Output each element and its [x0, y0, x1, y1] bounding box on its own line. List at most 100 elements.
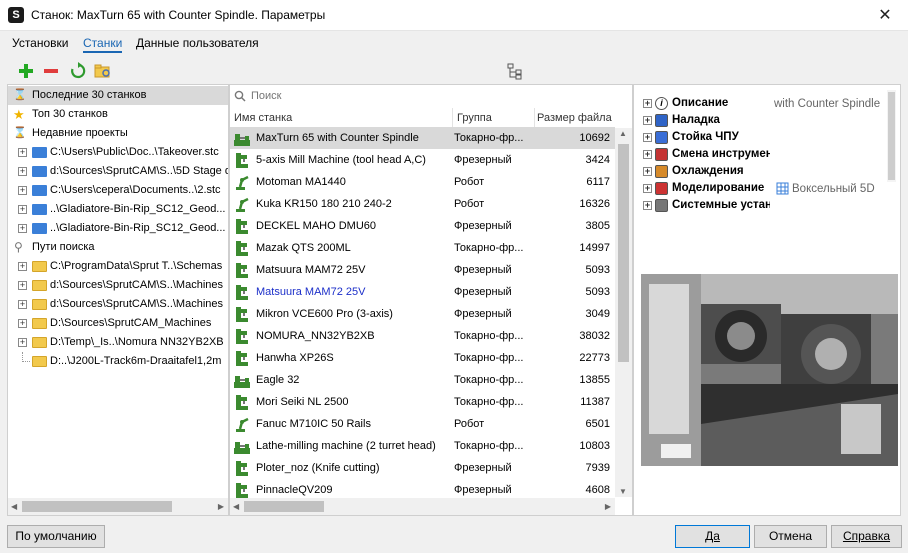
scroll-right-arrow-icon[interactable]: ▶ — [218, 502, 224, 511]
tree-item[interactable]: + ..\Gladiatore-Bin-Rip_SC12_Geod... — [8, 200, 228, 219]
machine-row[interactable]: Matsuura MAM72 25V Фрезерный 5093 — [230, 281, 615, 303]
folder-icon — [32, 185, 47, 196]
expand-icon[interactable]: + — [643, 167, 652, 176]
refresh-icon[interactable] — [69, 62, 87, 80]
search-input[interactable] — [249, 87, 609, 105]
ok-button[interactable]: Да — [675, 525, 750, 548]
folder-icon — [32, 166, 47, 177]
lathe-icon — [234, 442, 250, 454]
tree-item[interactable]: ⌛ Недавние проекты — [8, 124, 228, 143]
expand-icon[interactable]: + — [643, 184, 652, 193]
machines-list-panel: Имя станка Группа Размер файла MaxTurn 6… — [229, 84, 633, 516]
expand-icon[interactable]: + — [643, 150, 652, 159]
property-row[interactable]: + Системные установки — [634, 197, 770, 214]
tab-user-data[interactable]: Данные пользователя — [136, 36, 259, 50]
expand-icon[interactable]: + — [18, 319, 27, 328]
tree-item[interactable]: ⌛ Последние 30 станков — [8, 86, 228, 105]
expand-icon[interactable]: + — [18, 281, 27, 290]
scroll-left-arrow-icon[interactable]: ◀ — [233, 502, 239, 511]
expand-icon[interactable]: + — [643, 133, 652, 142]
machine-row[interactable]: Kuka KR150 180 210 240-2 Робот 16326 — [230, 193, 615, 215]
column-header-name[interactable]: Имя станка — [234, 108, 453, 128]
machine-sources-tree[interactable]: ⌛ Последние 30 станков ★ Топ 30 станков ⌛ Нед… — [7, 84, 229, 516]
scroll-left-arrow-icon[interactable]: ◀ — [11, 502, 17, 511]
tree-item[interactable]: + C:\Users\cepera\Documents..\2.stc — [8, 181, 228, 200]
machine-row[interactable]: Motoman MA1440 Робот 6117 — [230, 171, 615, 193]
machine-row[interactable]: Fanuc M710IC 50 Rails Робот 6501 — [230, 413, 615, 435]
tree-item[interactable]: + C:\Users\Public\Doc..\Takeover.stc — [8, 143, 228, 162]
property-row[interactable]: + Наладка — [634, 112, 770, 129]
scroll-down-arrow-icon[interactable]: ▼ — [619, 487, 627, 496]
tree-item[interactable]: + C:\ProgramData\Sprut T..\Schemas — [8, 257, 228, 276]
machine-file-size: 3805 — [585, 220, 610, 232]
folder-icon — [32, 337, 47, 348]
property-row[interactable]: + Смена инструмента — [634, 146, 770, 163]
expand-icon[interactable]: + — [643, 99, 652, 108]
close-button[interactable]: ✕ — [862, 0, 908, 31]
property-row[interactable]: + Охлаждения — [634, 163, 770, 180]
machine-row[interactable]: Ploter_noz (Knife cutting) Фрезерный 7939 — [230, 457, 615, 479]
machine-group: Фрезерный — [454, 462, 512, 474]
search-box[interactable] — [230, 85, 632, 107]
remove-icon[interactable] — [42, 62, 60, 80]
machines-vertical-scrollbar[interactable]: ▲ ▼ — [615, 128, 632, 497]
machine-row[interactable]: Mikron VCE600 Pro (3-axis) Фрезерный 3049 — [230, 303, 615, 325]
machine-row[interactable]: Hanwha XP26S Токарно-фр... 22773 — [230, 347, 615, 369]
expand-icon[interactable]: + — [18, 224, 27, 233]
machine-row[interactable]: DECKEL MAHO DMU60 Фрезерный 3805 — [230, 215, 615, 237]
tree-item[interactable]: + ..\Gladiatore-Bin-Rip_SC12_Geod... — [8, 219, 228, 238]
machines-horizontal-scrollbar[interactable]: ◀ ▶ — [230, 498, 615, 515]
machine-name: Matsuura MAM72 25V — [256, 264, 366, 276]
tree-horizontal-scrollbar[interactable]: ◀ ▶ — [8, 498, 228, 515]
property-row[interactable]: + i Описание — [634, 95, 770, 112]
cancel-button[interactable]: Отмена — [754, 525, 827, 548]
expand-icon[interactable]: + — [18, 186, 27, 195]
scroll-right-arrow-icon[interactable]: ▶ — [605, 502, 611, 511]
tree-item[interactable]: + d:\Sources\SprutCAM\S..\5D Stage drilli… — [8, 162, 228, 181]
expand-icon[interactable]: + — [18, 300, 27, 309]
tab-machines[interactable]: Станки — [83, 36, 123, 53]
machine-row[interactable]: MaxTurn 65 with Counter Spindle Токарно-ф… — [230, 127, 615, 149]
expand-icon[interactable]: + — [18, 148, 27, 157]
expand-icon[interactable]: + — [18, 167, 27, 176]
column-header-size[interactable]: Размер файла — [537, 108, 615, 128]
expand-icon[interactable]: + — [18, 205, 27, 214]
info-icon: i — [655, 97, 668, 110]
machine-row[interactable]: Matsuura MAM72 25V Фрезерный 5093 — [230, 259, 615, 281]
machine-row[interactable]: 5-axis Mill Machine (tool head A,C) Фрезе… — [230, 149, 615, 171]
machines-scroll-thumb[interactable] — [618, 144, 629, 362]
help-button[interactable]: Справка — [831, 525, 902, 548]
tree-view-icon[interactable] — [506, 62, 524, 80]
tree-item[interactable]: + D:\Temp\_Is..\Nomura NN32YB2XB — [8, 333, 228, 352]
machine-name: Eagle 32 — [256, 374, 300, 386]
machine-row[interactable]: Mori Seiki NL 2500 Токарно-фр... 11387 — [230, 391, 615, 413]
machine-row[interactable]: Eagle 32 Токарно-фр... 13855 — [230, 369, 615, 391]
machine-row[interactable]: Lathe-milling machine (2 turret head) Ток… — [230, 435, 615, 457]
machines-hscroll-thumb[interactable] — [244, 501, 324, 512]
properties-scrollbar[interactable] — [887, 90, 896, 182]
tree-item[interactable]: D:..\J200L-Track6m-Draaitafel1,2m — [8, 352, 228, 371]
property-row[interactable]: + Стойка ЧПУ — [634, 129, 770, 146]
machine-row[interactable]: NOMURA_NN32YB2XB Токарно-фр... 38032 — [230, 325, 615, 347]
expand-icon[interactable]: + — [643, 116, 652, 125]
tree-item[interactable]: ★ Топ 30 станков — [8, 105, 228, 124]
tree-item[interactable]: + D:\Sources\SprutCAM_Machines — [8, 314, 228, 333]
tree-item[interactable]: + d:\Sources\SprutCAM\S..\Machines — [8, 295, 228, 314]
defaults-button[interactable]: По умолчанию — [7, 525, 105, 548]
app-logo-icon: S — [8, 7, 24, 23]
expand-icon[interactable]: + — [18, 262, 27, 271]
folder-icon — [32, 280, 47, 291]
scroll-up-arrow-icon[interactable]: ▲ — [619, 129, 627, 138]
add-icon[interactable] — [17, 62, 35, 80]
expand-icon[interactable]: + — [643, 201, 652, 210]
tab-setup[interactable]: Установки — [12, 36, 68, 50]
tree-item[interactable]: ⚲ Пути поиска — [8, 238, 228, 257]
property-row[interactable]: + Моделирование — [634, 180, 770, 197]
folder-browse-icon[interactable] — [94, 62, 112, 80]
expand-icon[interactable]: + — [18, 338, 27, 347]
tree-item[interactable]: + d:\Sources\SprutCAM\S..\Machines — [8, 276, 228, 295]
column-header-group[interactable]: Группа — [457, 108, 535, 128]
machine-row[interactable]: Mazak QTS 200ML Токарно-фр... 14997 — [230, 237, 615, 259]
tree-scroll-thumb[interactable] — [22, 501, 172, 512]
properties-scroll-thumb[interactable] — [888, 92, 895, 180]
